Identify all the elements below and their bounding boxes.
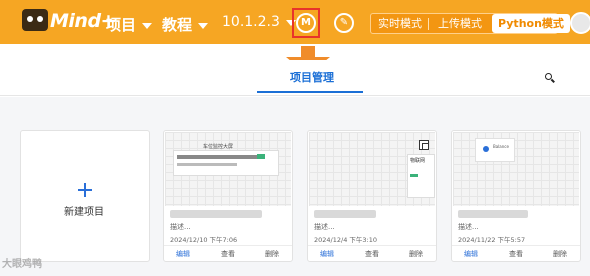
chevron-down-icon xyxy=(198,22,209,29)
new-project-label: 新建项目 xyxy=(64,207,104,218)
project-card[interactable]: Balance 描述... 2024/11/22 下午5:57 编辑 查看 删除 xyxy=(451,130,581,262)
thumbnail-dot xyxy=(483,146,489,152)
project-date: 2024/12/10 下午7:06 xyxy=(170,236,238,244)
menu-tutorial-label: 教程 xyxy=(162,16,193,34)
project-date: 2024/12/4 下午3:10 xyxy=(314,236,377,244)
view-button[interactable]: 查看 xyxy=(509,249,523,259)
thumbnail-title: Balance xyxy=(493,144,509,149)
project-desc: 描述... xyxy=(314,223,335,231)
delete-button[interactable]: 删除 xyxy=(409,249,423,259)
avatar[interactable] xyxy=(570,12,590,34)
menu-version[interactable]: 10.1.2.3 xyxy=(222,14,296,30)
project-date: 2024/11/22 下午5:57 xyxy=(458,236,526,244)
view-button[interactable]: 查看 xyxy=(221,249,235,259)
project-desc: 描述... xyxy=(458,223,479,231)
edit-button[interactable]: 编辑 xyxy=(176,249,190,259)
plus-icon-bar xyxy=(78,189,92,191)
project-thumbnail[interactable]: Balance xyxy=(453,132,579,206)
project-name-blurred xyxy=(314,210,376,218)
mind-plus-logo-icon[interactable] xyxy=(22,9,48,31)
edit-button[interactable]: 编辑 xyxy=(464,249,478,259)
card-actions: 编辑 查看 删除 xyxy=(308,245,436,261)
card-actions: 编辑 查看 删除 xyxy=(164,245,292,261)
edit-button[interactable]: 编辑 xyxy=(320,249,334,259)
view-button[interactable]: 查看 xyxy=(365,249,379,259)
chevron-down-icon xyxy=(142,22,153,29)
project-card[interactable]: 物联网 描述... 2024/12/4 下午3:10 编辑 查看 删除 xyxy=(307,130,437,262)
project-desc: 描述... xyxy=(170,223,191,231)
mode-upload-button[interactable]: 上传模式 xyxy=(438,15,482,32)
project-thumbnail[interactable]: 物联网 xyxy=(309,132,435,206)
mode-divider xyxy=(428,18,429,30)
project-card[interactable]: 车位监控大屏 描述... 2024/12/10 下午7:06 编辑 查看 删除 xyxy=(163,130,293,262)
tab-project-management[interactable]: 项目管理 xyxy=(290,69,334,85)
mode-python-button[interactable]: Python模式 xyxy=(492,14,570,33)
thumbnail-title: 物联网 xyxy=(410,158,426,164)
menu-project[interactable]: 项目 xyxy=(106,14,153,35)
mode-realtime-button[interactable]: 实时模式 xyxy=(378,15,422,32)
thumbnail-bar-2 xyxy=(177,163,237,166)
project-thumbnail[interactable]: 车位监控大屏 xyxy=(165,132,291,206)
menu-tutorial[interactable]: 教程 xyxy=(162,14,209,35)
copy-icon[interactable] xyxy=(419,140,429,150)
watermark: 大眼鸡鸭 xyxy=(2,259,42,270)
card-actions: 编辑 查看 删除 xyxy=(452,245,580,261)
project-manage-icon[interactable]: M xyxy=(296,13,316,33)
search-icon[interactable] xyxy=(545,73,555,83)
project-name-blurred xyxy=(458,210,528,218)
tab-active-underline xyxy=(257,91,363,93)
edit-icon[interactable]: ✎ xyxy=(334,13,354,33)
menu-version-label: 10.1.2.3 xyxy=(222,14,280,30)
thumbnail-bar xyxy=(177,155,257,159)
thumbnail-title: 车位监控大屏 xyxy=(203,144,234,150)
delete-button[interactable]: 删除 xyxy=(265,249,279,259)
thumbnail-panel xyxy=(475,138,515,162)
thumbnail-button xyxy=(257,154,265,159)
project-name-blurred xyxy=(170,210,262,218)
delete-button[interactable]: 删除 xyxy=(553,249,567,259)
menu-project-label: 项目 xyxy=(106,16,137,34)
thumbnail-button xyxy=(410,174,418,177)
